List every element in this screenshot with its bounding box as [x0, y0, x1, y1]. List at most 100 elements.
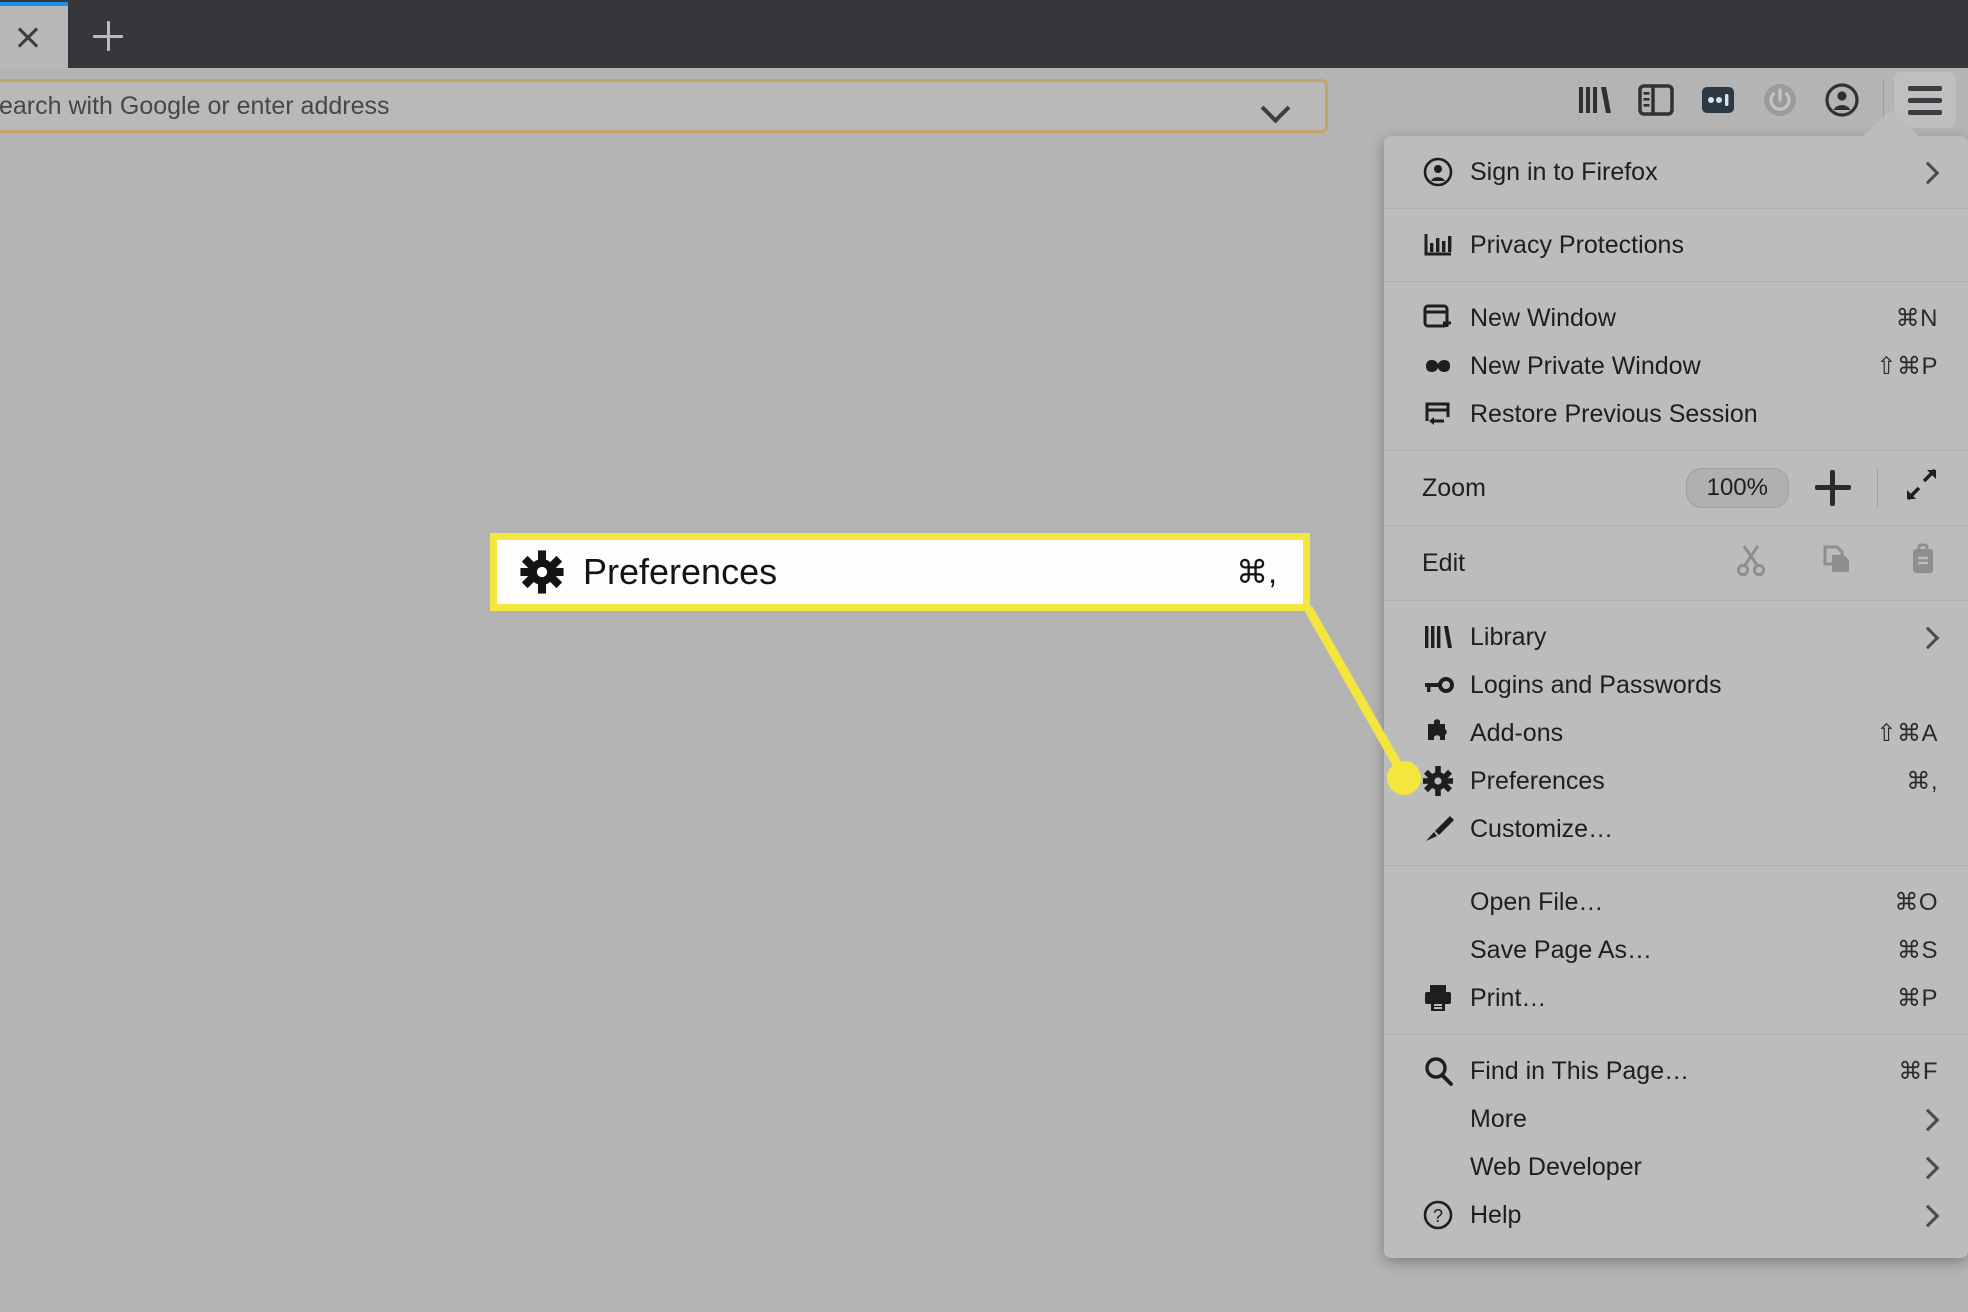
- menu-group: Open File… ⌘O Save Page As… ⌘S Print… ⌘P: [1384, 865, 1968, 1034]
- chevron-right-icon: [1918, 162, 1938, 182]
- chevron-right-icon: [1918, 1109, 1938, 1129]
- pocket-icon[interactable]: [1687, 72, 1749, 128]
- menu-item-preferences[interactable]: Preferences ⌘,: [1384, 757, 1968, 805]
- menu-item-label: New Window: [1470, 303, 1616, 332]
- menu-item-library[interactable]: Library: [1384, 613, 1968, 661]
- menu-item-label: Open File…: [1470, 887, 1604, 916]
- blank-icon: [1422, 934, 1464, 966]
- menu-item-addons[interactable]: Add-ons ⇧⌘A: [1384, 709, 1968, 757]
- menu-item-customize[interactable]: Customize…: [1384, 805, 1968, 853]
- menu-item-shortcut: ⌘F: [1898, 1057, 1938, 1085]
- brush-icon: [1422, 813, 1464, 845]
- menu-item-save-page-as[interactable]: Save Page As… ⌘S: [1384, 926, 1968, 974]
- menu-item-find-in-page[interactable]: Find in This Page… ⌘F: [1384, 1047, 1968, 1095]
- browser-tab[interactable]: [0, 2, 68, 68]
- browser-window: earch with Google or enter address Sign …: [0, 0, 1968, 1312]
- new-window-icon: [1422, 302, 1464, 334]
- gear-icon: [519, 549, 577, 595]
- blank-icon: [1422, 1151, 1464, 1183]
- menu-item-print[interactable]: Print… ⌘P: [1384, 974, 1968, 1022]
- help-circle-icon: ?: [1422, 1199, 1464, 1231]
- edit-label: Edit: [1422, 548, 1466, 577]
- menu-item-label: Find in This Page…: [1470, 1056, 1690, 1085]
- address-bar-placeholder: earch with Google or enter address: [0, 91, 390, 120]
- close-icon[interactable]: [10, 19, 46, 55]
- zoom-level-value[interactable]: 100%: [1685, 468, 1789, 508]
- printer-icon: [1422, 982, 1464, 1014]
- menu-item-label: Print…: [1470, 983, 1547, 1012]
- menu-item-label: Preferences: [1470, 766, 1605, 795]
- addons-puzzle-icon: [1422, 717, 1464, 749]
- blank-icon: [1422, 1103, 1464, 1135]
- menu-group: Privacy Protections: [1384, 208, 1968, 281]
- chevron-down-icon[interactable]: [1259, 89, 1293, 123]
- menu-item-open-file[interactable]: Open File… ⌘O: [1384, 878, 1968, 926]
- menu-item-sign-in[interactable]: Sign in to Firefox: [1384, 148, 1968, 196]
- menu-item-web-developer[interactable]: Web Developer: [1384, 1143, 1968, 1191]
- search-icon: [1422, 1055, 1464, 1087]
- zoom-label: Zoom: [1422, 473, 1486, 502]
- menu-group: Edit: [1384, 525, 1968, 600]
- blank-icon: [1422, 886, 1464, 918]
- menu-group: New Window ⌘N New Private Window ⇧⌘P Res…: [1384, 281, 1968, 450]
- menu-group: Find in This Page… ⌘F More Web Developer…: [1384, 1034, 1968, 1251]
- menu-item-label: Sign in to Firefox: [1470, 157, 1658, 186]
- address-bar[interactable]: earch with Google or enter address: [0, 79, 1328, 133]
- key-icon: [1422, 669, 1464, 701]
- fullscreen-icon[interactable]: [1904, 467, 1940, 510]
- menu-item-help[interactable]: ? Help: [1384, 1191, 1968, 1239]
- menu-item-shortcut: ⌘,: [1906, 767, 1938, 795]
- account-circle-icon: [1422, 156, 1464, 188]
- menu-item-logins-passwords[interactable]: Logins and Passwords: [1384, 661, 1968, 709]
- menu-item-label: Privacy Protections: [1470, 230, 1684, 259]
- new-tab-icon[interactable]: [82, 10, 134, 62]
- menu-item-label: New Private Window: [1470, 351, 1701, 380]
- menu-item-label: More: [1470, 1104, 1527, 1133]
- menu-item-new-window[interactable]: New Window ⌘N: [1384, 294, 1968, 342]
- zoom-divider: [1877, 468, 1878, 508]
- library-icon[interactable]: [1563, 72, 1625, 128]
- menu-group: Sign in to Firefox: [1384, 136, 1968, 208]
- menu-item-shortcut: ⇧⌘P: [1876, 352, 1938, 380]
- library-icon: [1422, 621, 1464, 653]
- cut-icon[interactable]: [1734, 543, 1768, 584]
- menu-item-shortcut: ⇧⌘A: [1876, 719, 1938, 747]
- application-menu-panel: Sign in to Firefox Privacy Protections N…: [1384, 136, 1968, 1258]
- gear-icon: [1422, 765, 1464, 797]
- preferences-callout: Preferences ⌘,: [490, 533, 1310, 611]
- private-window-icon: [1422, 350, 1464, 382]
- power-icon[interactable]: [1749, 72, 1811, 128]
- privacy-chart-icon: [1422, 229, 1464, 261]
- zoom-row: Zoom 100%: [1384, 451, 1968, 525]
- menu-item-privacy-protections[interactable]: Privacy Protections: [1384, 221, 1968, 269]
- menu-item-shortcut: ⌘P: [1896, 984, 1938, 1012]
- menu-item-more[interactable]: More: [1384, 1095, 1968, 1143]
- chevron-right-icon: [1918, 1157, 1938, 1177]
- paste-icon[interactable]: [1906, 543, 1940, 584]
- menu-item-label: Web Developer: [1470, 1152, 1642, 1181]
- menu-item-label: Save Page As…: [1470, 935, 1653, 964]
- menu-pointer-arrow: [1861, 110, 1921, 138]
- menu-group: Library Logins and Passwords Add-ons ⇧⌘A…: [1384, 600, 1968, 865]
- menu-item-label: Restore Previous Session: [1470, 399, 1758, 428]
- menu-item-shortcut: ⌘N: [1895, 304, 1938, 332]
- zoom-in-button[interactable]: [1815, 470, 1851, 506]
- menu-item-restore-session[interactable]: Restore Previous Session: [1384, 390, 1968, 438]
- menu-item-new-private-window[interactable]: New Private Window ⇧⌘P: [1384, 342, 1968, 390]
- menu-item-label: Logins and Passwords: [1470, 670, 1722, 699]
- menu-item-shortcut: ⌘O: [1894, 888, 1938, 916]
- menu-item-label: Customize…: [1470, 814, 1614, 843]
- menu-item-label: Help: [1470, 1200, 1522, 1229]
- menu-item-label: Library: [1470, 622, 1547, 651]
- chevron-right-icon: [1918, 1205, 1938, 1225]
- callout-shortcut: ⌘,: [1236, 554, 1277, 590]
- menu-item-label: Add-ons: [1470, 718, 1564, 747]
- restore-session-icon: [1422, 398, 1464, 430]
- edit-row: Edit: [1384, 526, 1968, 600]
- svg-text:?: ?: [1433, 1206, 1443, 1226]
- sidebar-icon[interactable]: [1625, 72, 1687, 128]
- menu-item-shortcut: ⌘S: [1896, 936, 1938, 964]
- chevron-right-icon: [1918, 627, 1938, 647]
- menu-group: Zoom 100%: [1384, 450, 1968, 525]
- copy-icon[interactable]: [1820, 543, 1854, 584]
